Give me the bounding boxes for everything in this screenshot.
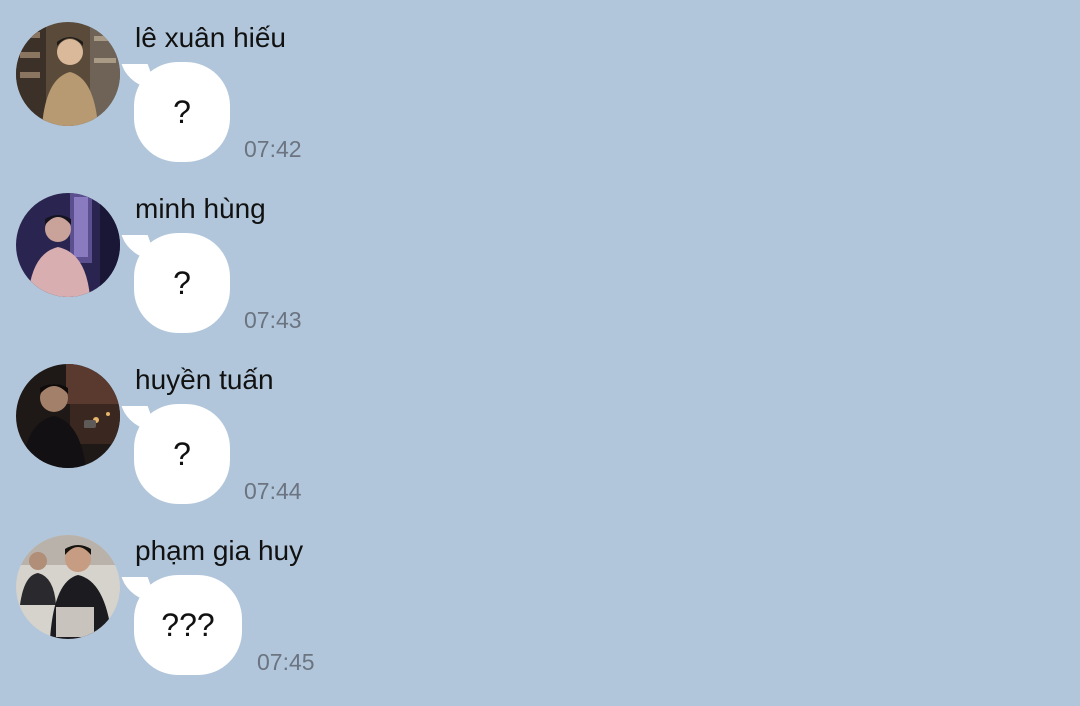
avatar-photo-icon [16, 22, 120, 126]
message-timestamp: 07:42 [244, 136, 302, 162]
sender-name: lê xuân hiếu [135, 22, 287, 53]
avatar[interactable] [16, 364, 120, 468]
message-timestamp: 07:45 [257, 649, 315, 675]
message-text: ? [173, 265, 191, 301]
message-bubble[interactable]: ? [134, 404, 230, 504]
message-row: huyền tuấn ? 07:44 [0, 364, 1080, 524]
message-timestamp: 07:43 [244, 307, 302, 333]
message-text: ? [173, 436, 191, 472]
message-timestamp: 07:44 [244, 478, 302, 504]
message-row: phạm gia huy ??? 07:45 [0, 535, 1080, 695]
message-text: ??? [161, 607, 215, 643]
message-bubble[interactable]: ? [134, 233, 230, 333]
avatar[interactable] [16, 535, 120, 639]
message-bubble[interactable]: ? [134, 62, 230, 162]
avatar-photo-icon [16, 535, 120, 639]
avatar-photo-icon [16, 364, 120, 468]
avatar-photo-icon [16, 193, 120, 297]
sender-name: minh hùng [135, 193, 266, 224]
sender-name: phạm gia huy [135, 535, 304, 566]
avatar[interactable] [16, 193, 120, 297]
message-bubble[interactable]: ??? [134, 575, 242, 675]
chat-message-list[interactable]: lê xuân hiếu ? 07:42 minh hùng ? 07:43 h… [0, 0, 1080, 706]
avatar[interactable] [16, 22, 120, 126]
message-row: minh hùng ? 07:43 [0, 193, 1080, 353]
message-row: lê xuân hiếu ? 07:42 [0, 22, 1080, 182]
message-text: ? [173, 94, 191, 130]
sender-name: huyền tuấn [135, 364, 274, 395]
